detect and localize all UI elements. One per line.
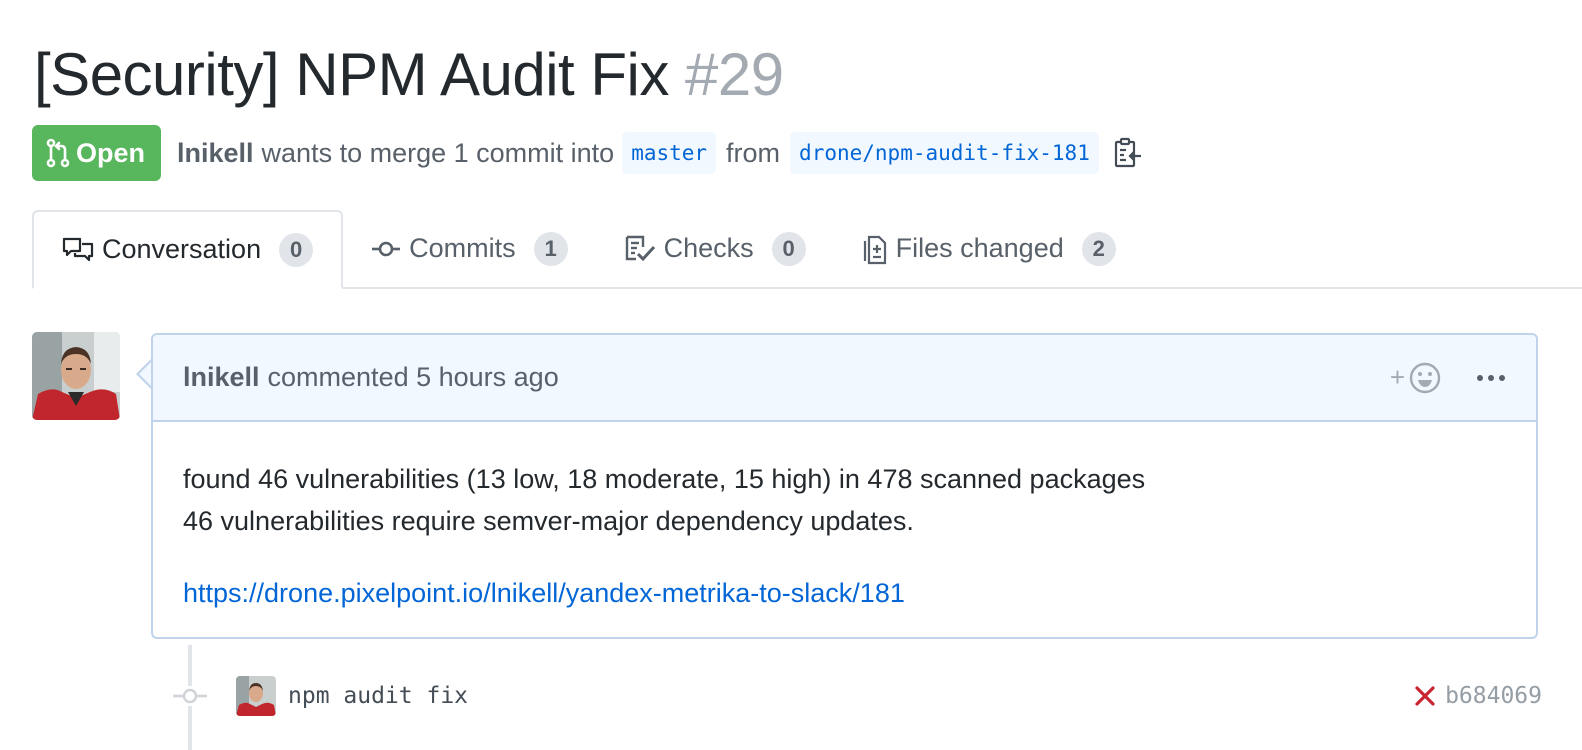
tab-commits[interactable]: Commits 1: [343, 210, 596, 287]
build-link[interactable]: https://drone.pixelpoint.io/lnikell/yand…: [183, 578, 905, 608]
commit-item: npm audit fix b684069: [172, 670, 1542, 722]
tab-label: Commits: [409, 233, 516, 263]
pr-tabs: Conversation 0 Commits 1 Checks 0 Files …: [32, 210, 1582, 289]
from-text: from: [726, 137, 781, 168]
comment-box: lnikell commented 5 hours ago + found 46…: [151, 333, 1538, 639]
comment-discussion-icon: [62, 236, 94, 264]
commit-author-avatar[interactable]: [236, 676, 276, 716]
merge-description: lnikell wants to merge 1 commit into mas…: [177, 132, 1143, 174]
comment-actions: +: [1390, 361, 1506, 395]
pr-title-text: [Security] NPM Audit Fix: [34, 41, 669, 108]
checklist-icon: [624, 235, 656, 263]
clippy-copy-icon[interactable]: [1113, 136, 1143, 170]
base-branch[interactable]: master: [622, 132, 717, 174]
avatar[interactable]: [32, 332, 120, 420]
x-failure-icon[interactable]: [1413, 684, 1437, 708]
kebab-horizontal-icon[interactable]: [1476, 373, 1506, 383]
commit-status: b684069: [1413, 683, 1542, 709]
comment-text-line: 46 vulnerabilities require semver-major …: [183, 506, 914, 536]
pr-title: [Security] NPM Audit Fix #29: [34, 38, 784, 112]
pr-number: #29: [685, 41, 784, 108]
add-reaction-button[interactable]: +: [1390, 361, 1442, 395]
tab-conversation[interactable]: Conversation 0: [32, 210, 344, 289]
tab-files-changed[interactable]: Files changed 2: [834, 210, 1144, 287]
merge-text: wants to merge 1 commit into: [261, 137, 615, 168]
pr-meta: Open lnikell wants to merge 1 commit int…: [32, 125, 1143, 181]
tab-label: Checks: [663, 233, 754, 263]
state-label: Open: [76, 137, 146, 168]
commit-sha-link[interactable]: b684069: [1445, 683, 1542, 709]
tab-counter: 1: [533, 231, 568, 266]
smiley-icon: [1408, 361, 1442, 395]
diff-icon: [862, 233, 888, 265]
comment-body: found 46 vulnerabilities (13 low, 18 mod…: [153, 422, 1536, 614]
tab-checks[interactable]: Checks 0: [596, 210, 834, 287]
comment-timestamp[interactable]: commented 5 hours ago: [268, 362, 559, 393]
tab-label: Files changed: [895, 233, 1064, 263]
tab-label: Conversation: [102, 234, 262, 264]
pr-author-link[interactable]: lnikell: [177, 138, 254, 169]
git-commit-icon: [371, 239, 401, 259]
state-badge: Open: [32, 125, 162, 181]
commit-message-link[interactable]: npm audit fix: [288, 683, 468, 709]
head-branch[interactable]: drone/npm-audit-fix-181: [790, 132, 1099, 174]
git-pull-request-icon: [46, 138, 70, 168]
tab-counter: 0: [279, 232, 314, 267]
tab-counter: 2: [1081, 231, 1116, 266]
git-commit-icon: [172, 686, 208, 706]
comment-header: lnikell commented 5 hours ago +: [153, 335, 1536, 422]
pull-request-page: [Security] NPM Audit Fix #29 Open lnikel…: [0, 0, 1582, 750]
reaction-plus-label: +: [1389, 362, 1405, 392]
tab-counter: 0: [771, 231, 806, 266]
comment-author-link[interactable]: lnikell: [183, 362, 260, 393]
comment-text-line: found 46 vulnerabilities (13 low, 18 mod…: [183, 464, 1146, 494]
